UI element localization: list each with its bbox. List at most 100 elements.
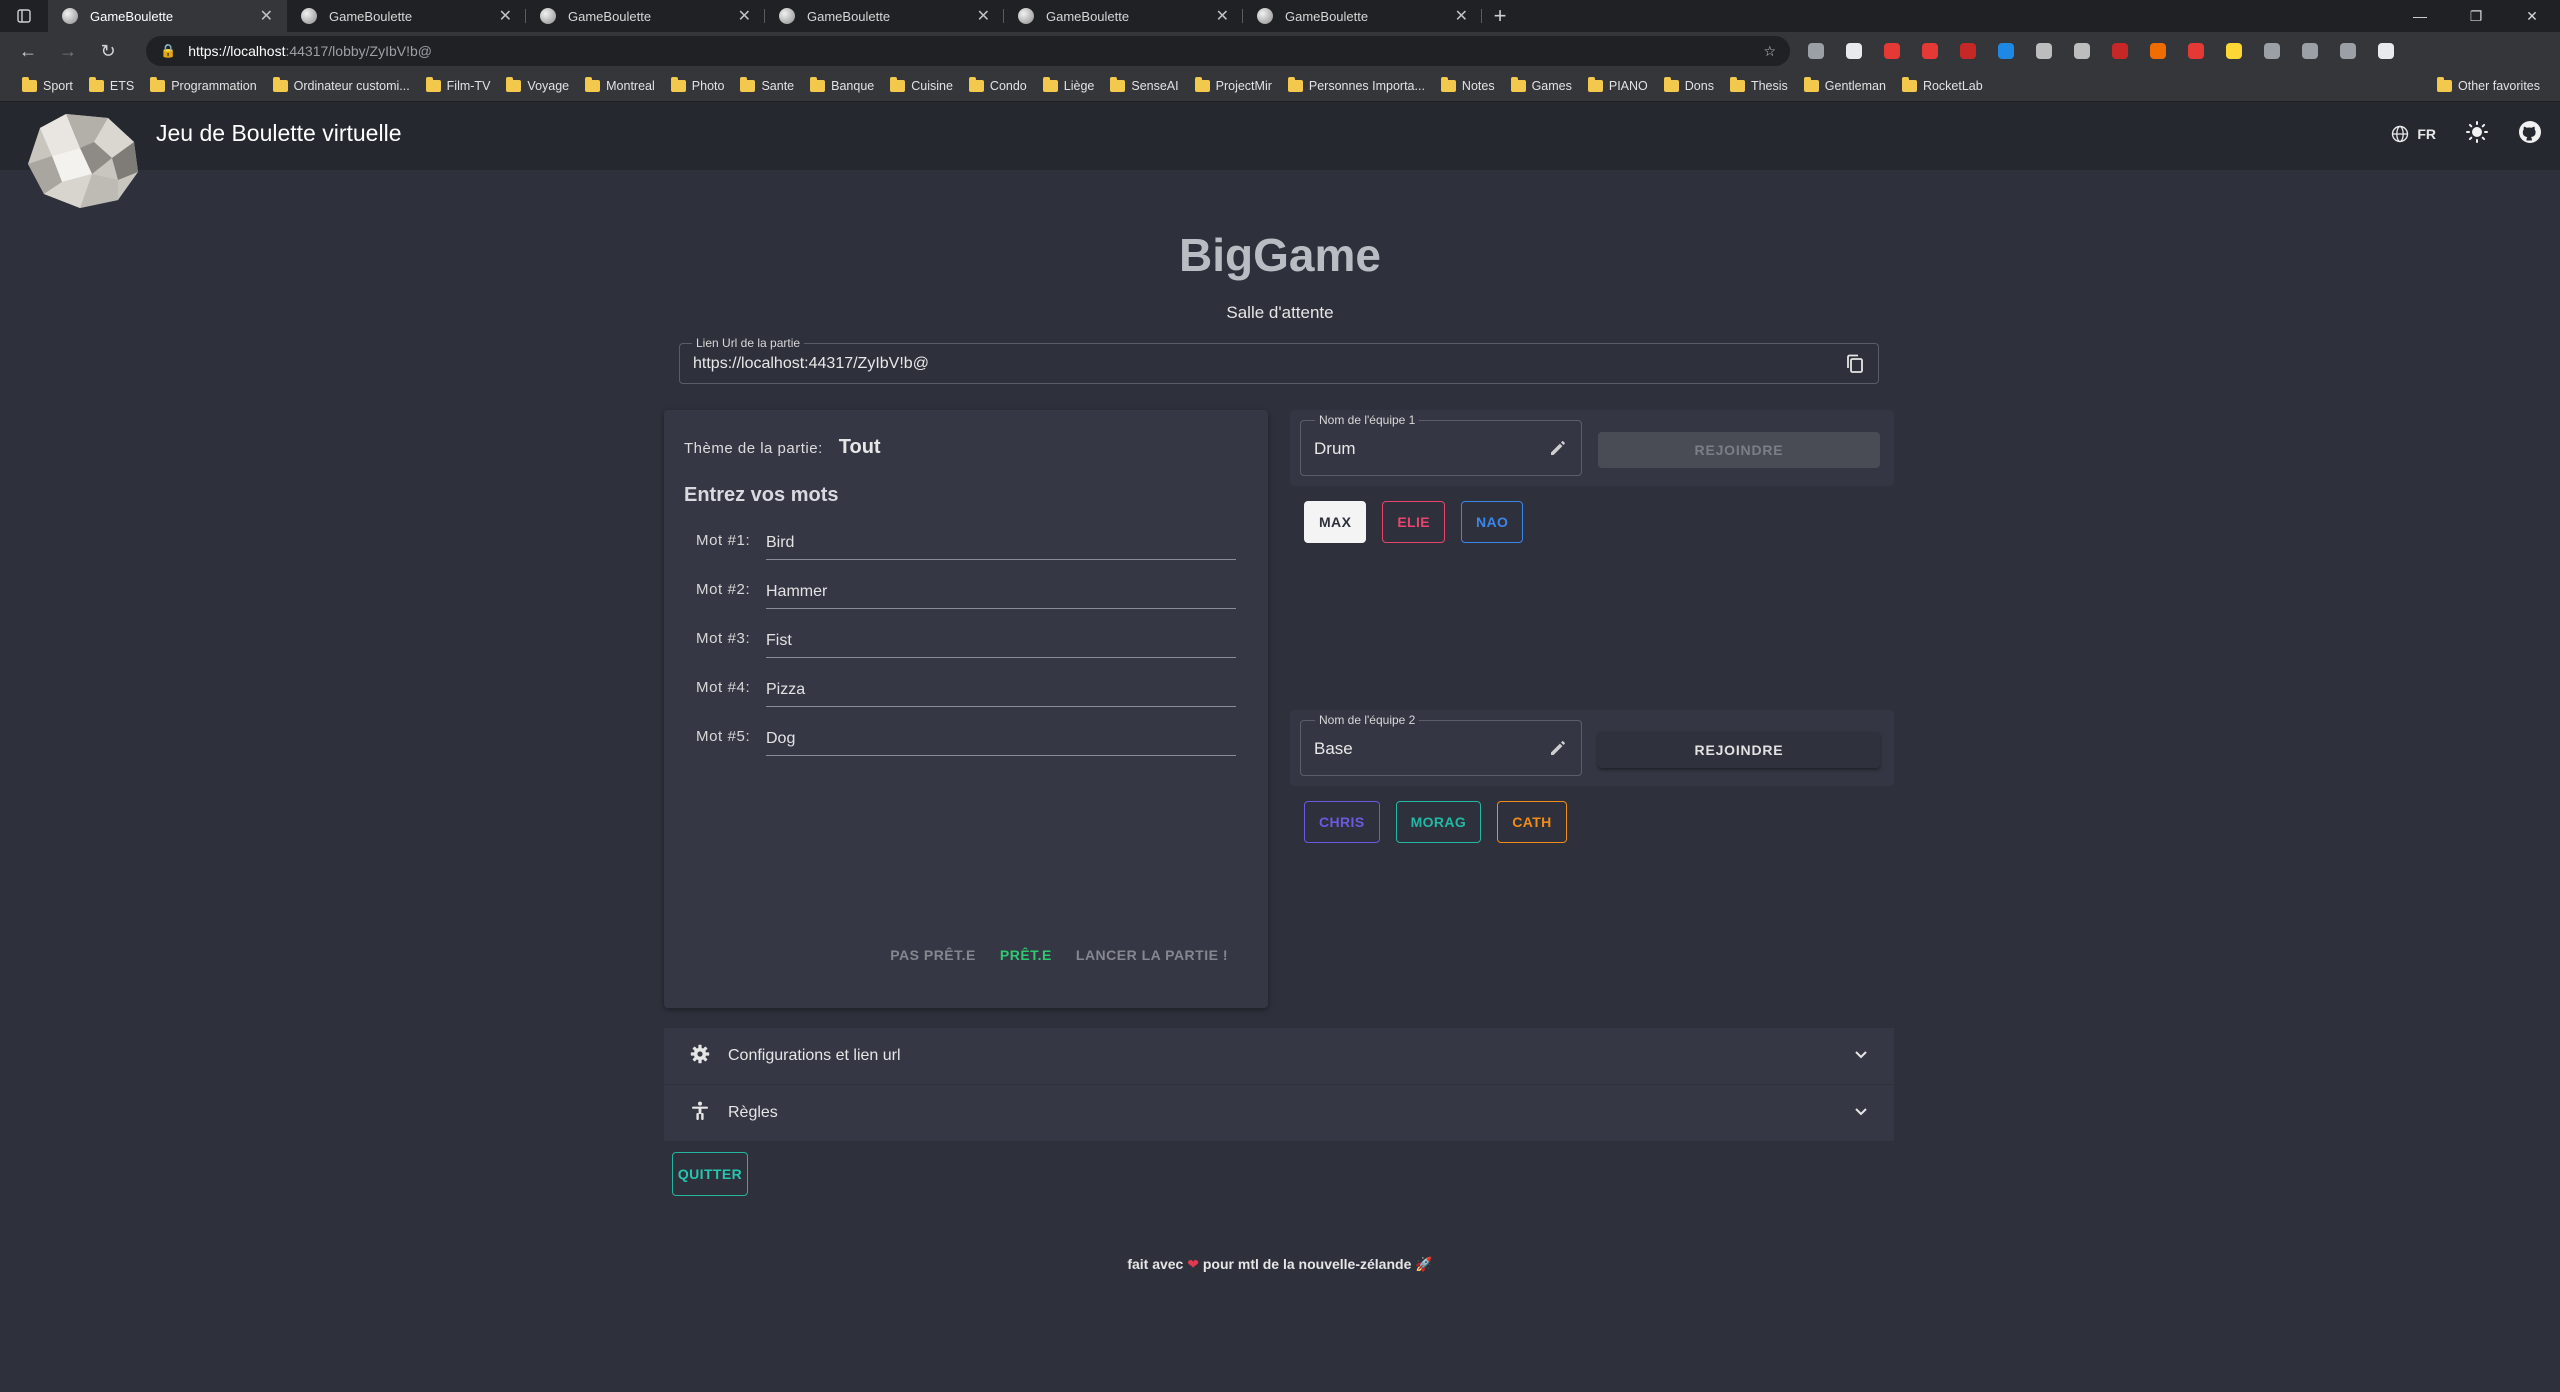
favorite-star-icon[interactable]: ☆ xyxy=(1763,43,1776,60)
tab-close-icon[interactable]: ✕ xyxy=(499,6,512,26)
language-selector[interactable]: FR xyxy=(2391,125,2436,143)
extension-icon[interactable] xyxy=(2370,36,2402,66)
bookmark-item[interactable]: Notes xyxy=(1433,73,1503,99)
bookmark-item[interactable]: ProjectMir xyxy=(1187,73,1280,99)
join-team-1-button[interactable]: REJOINDRE xyxy=(1598,432,1880,468)
tab-actions-icon[interactable] xyxy=(0,0,48,32)
lock-icon[interactable]: 🔒 xyxy=(160,43,176,59)
bookmark-item[interactable]: Thesis xyxy=(1722,73,1796,99)
bookmark-item[interactable]: Montreal xyxy=(577,73,663,99)
browser-tab[interactable]: GameBoulette ✕ xyxy=(1243,0,1482,32)
browser-tab[interactable]: GameBoulette ✕ xyxy=(287,0,526,32)
word-input[interactable]: Fist xyxy=(766,630,1236,658)
extension-icon[interactable] xyxy=(1838,36,1870,66)
new-tab-icon[interactable]: + xyxy=(1482,0,1518,32)
team-1-name-field[interactable]: Nom de l'équipe 1 Drum xyxy=(1300,413,1582,476)
copy-icon[interactable] xyxy=(1846,354,1864,379)
tab-close-icon[interactable]: ✕ xyxy=(977,6,990,26)
other-favorites[interactable]: Other favorites xyxy=(2429,73,2548,99)
bookmark-label: Voyage xyxy=(527,78,570,93)
not-ready-button[interactable]: PAS PRÊT.E xyxy=(890,947,976,963)
bookmark-label: Dons xyxy=(1684,78,1714,93)
extension-icon[interactable] xyxy=(2180,36,2212,66)
extension-icon[interactable] xyxy=(2218,36,2250,66)
extension-icon[interactable] xyxy=(1990,36,2022,66)
bookmark-item[interactable]: Photo xyxy=(663,73,733,99)
back-icon[interactable]: ← xyxy=(8,32,48,70)
start-game-button[interactable]: LANCER LA PARTIE ! xyxy=(1076,947,1228,963)
team-2-name-value[interactable]: Base xyxy=(1314,739,1353,759)
bookmark-item[interactable]: Personnes Importa... xyxy=(1280,73,1433,99)
team-1-name-value[interactable]: Drum xyxy=(1314,439,1356,459)
extension-icon[interactable] xyxy=(2142,36,2174,66)
bookmark-item[interactable]: Gentleman xyxy=(1796,73,1894,99)
bookmark-item[interactable]: Film-TV xyxy=(418,73,499,99)
extension-icon[interactable] xyxy=(2256,36,2288,66)
bookmark-item[interactable]: RocketLab xyxy=(1894,73,1991,99)
player-chip[interactable]: MORAG xyxy=(1395,801,1482,843)
bookmark-item[interactable]: Sport xyxy=(14,73,81,99)
word-input[interactable]: Dog xyxy=(766,728,1236,756)
language-label: FR xyxy=(2417,125,2436,142)
pencil-icon[interactable] xyxy=(1549,439,1567,462)
bookmark-item[interactable]: Ordinateur customi... xyxy=(265,73,418,99)
rules-accordion[interactable]: Règles xyxy=(664,1085,1894,1141)
bookmark-item[interactable]: PIANO xyxy=(1580,73,1656,99)
extension-icon[interactable] xyxy=(1876,36,1908,66)
tab-close-icon[interactable]: ✕ xyxy=(1455,6,1468,26)
game-url-value[interactable]: https://localhost:44317/ZyIbV!b@ xyxy=(693,355,929,373)
restore-icon[interactable]: ❐ xyxy=(2448,0,2504,32)
bookmark-item[interactable]: Programmation xyxy=(142,73,264,99)
player-chip[interactable]: CHRIS xyxy=(1304,801,1380,843)
close-window-icon[interactable]: ✕ xyxy=(2504,0,2560,32)
extension-icon[interactable] xyxy=(2332,36,2364,66)
bookmark-item[interactable]: Cuisine xyxy=(882,73,961,99)
bookmark-item[interactable]: Voyage xyxy=(498,73,577,99)
extension-icon[interactable] xyxy=(2294,36,2326,66)
word-input[interactable]: Pizza xyxy=(766,679,1236,707)
bookmark-item[interactable]: ETS xyxy=(81,73,142,99)
player-chip[interactable]: NAO xyxy=(1461,501,1524,543)
player-chip[interactable]: ELIE xyxy=(1382,501,1446,543)
bookmark-item[interactable]: Banque xyxy=(802,73,882,99)
word-input[interactable]: Bird xyxy=(766,532,1236,560)
extension-icon[interactable] xyxy=(2028,36,2060,66)
config-accordion[interactable]: Configurations et lien url xyxy=(664,1028,1894,1084)
browser-tab[interactable]: GameBoulette ✕ xyxy=(48,0,287,32)
player-chip[interactable]: CATH xyxy=(1497,801,1567,843)
address-bar[interactable]: 🔒 https://localhost:44317/lobby/ZyIbV!b@… xyxy=(146,36,1790,66)
word-input[interactable]: Hammer xyxy=(766,581,1236,609)
browser-tab[interactable]: GameBoulette ✕ xyxy=(765,0,1004,32)
extension-icon[interactable] xyxy=(2104,36,2136,66)
join-team-2-button[interactable]: REJOINDRE xyxy=(1598,732,1880,768)
extension-icon[interactable] xyxy=(1952,36,1984,66)
extension-icon[interactable] xyxy=(2066,36,2098,66)
extension-icon[interactable] xyxy=(1800,36,1832,66)
browser-tab[interactable]: GameBoulette ✕ xyxy=(526,0,765,32)
game-url-field[interactable]: Lien Url de la partie https://localhost:… xyxy=(679,336,1879,384)
extension-icon[interactable] xyxy=(1914,36,1946,66)
quit-button[interactable]: QUITTER xyxy=(672,1152,748,1196)
bookmark-item[interactable]: SenseAI xyxy=(1102,73,1186,99)
bookmark-item[interactable]: Liège xyxy=(1035,73,1103,99)
tab-close-icon[interactable]: ✕ xyxy=(738,6,751,26)
footer: fait avec ❤ pour mtl de la nouvelle-zéla… xyxy=(0,1256,2560,1273)
chevron-down-icon[interactable] xyxy=(1854,1104,1868,1122)
pencil-icon[interactable] xyxy=(1549,739,1567,762)
reload-icon[interactable]: ↻ xyxy=(88,32,128,70)
github-icon[interactable] xyxy=(2518,120,2542,147)
bookmark-item[interactable]: Condo xyxy=(961,73,1035,99)
theme-toggle-sun-icon[interactable] xyxy=(2466,121,2488,146)
team-2-name-field[interactable]: Nom de l'équipe 2 Base xyxy=(1300,713,1582,776)
bookmark-item[interactable]: Games xyxy=(1503,73,1580,99)
chevron-down-icon[interactable] xyxy=(1854,1047,1868,1065)
bookmark-item[interactable]: Dons xyxy=(1656,73,1722,99)
ready-button[interactable]: PRÊT.E xyxy=(1000,947,1052,963)
minimize-icon[interactable]: — xyxy=(2392,0,2448,32)
browser-tab[interactable]: GameBoulette ✕ xyxy=(1004,0,1243,32)
bookmark-item[interactable]: Sante xyxy=(732,73,802,99)
forward-icon[interactable]: → xyxy=(48,32,88,70)
tab-close-icon[interactable]: ✕ xyxy=(1216,6,1229,26)
player-chip[interactable]: MAX xyxy=(1304,501,1367,543)
tab-close-icon[interactable]: ✕ xyxy=(260,6,273,26)
